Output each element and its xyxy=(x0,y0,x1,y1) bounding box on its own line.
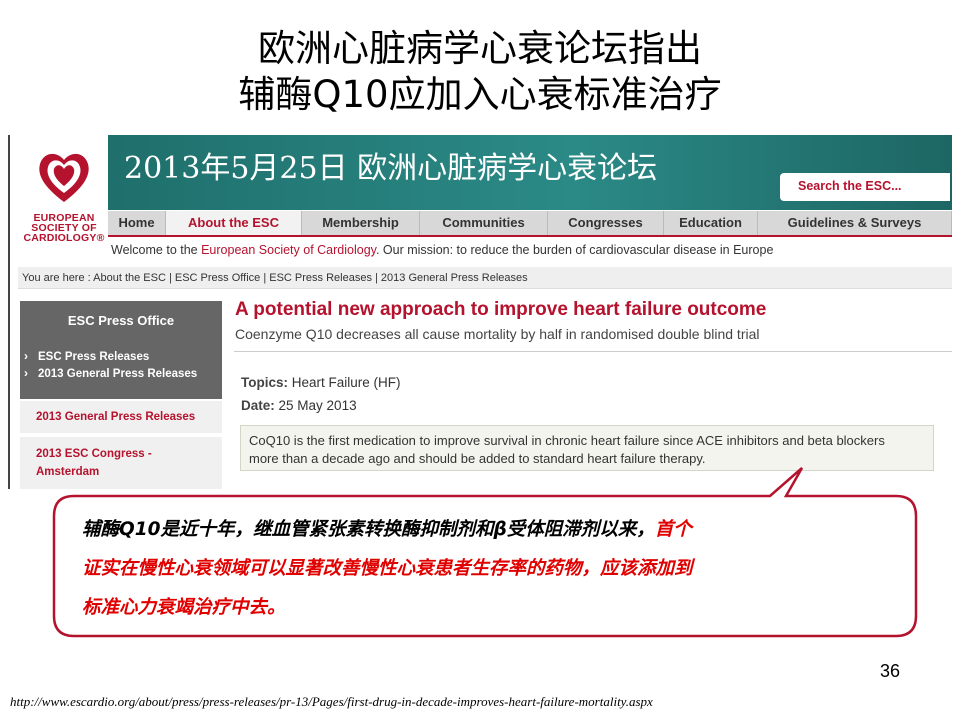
sidebar-row-esc-congress[interactable]: 2013 ESC Congress - Amsterdam xyxy=(20,437,222,489)
search-input[interactable]: Search the ESC... xyxy=(780,173,950,201)
nav-home[interactable]: Home xyxy=(108,211,166,235)
article-subtitle: Coenzyme Q10 decreases all cause mortali… xyxy=(235,326,760,342)
article-topics: Topics: Heart Failure (HF) xyxy=(241,375,401,390)
callout-red-text-1: 首个 xyxy=(654,519,692,540)
callout-red-text-2: 证实在慢性心衰领域可以显著改善慢性心衰患者生存率的药物，应该添加到 xyxy=(82,558,693,579)
nav-about-the-esc[interactable]: About the ESC xyxy=(166,211,302,235)
article-date: Date: 25 May 2013 xyxy=(241,398,357,413)
search-placeholder: Search the ESC... xyxy=(798,179,902,193)
article-quote: CoQ10 is the first medication to improve… xyxy=(240,425,934,471)
sidebar-item-esc-press-releases[interactable]: › ESC Press Releases xyxy=(20,349,222,366)
esc-link[interactable]: European Society of Cardiology xyxy=(201,243,376,257)
article-divider xyxy=(234,351,952,352)
screenshot-border xyxy=(8,135,10,489)
nav-education[interactable]: Education xyxy=(664,211,758,235)
nav-communities[interactable]: Communities xyxy=(420,211,548,235)
slide-title-line1: 欧洲心脏病学心衰论坛指出 xyxy=(258,27,702,70)
heart-logo-icon xyxy=(39,153,89,202)
slide-title: 欧洲心脏病学心衰论坛指出 辅酶Q10应加入心衰标准治疗 xyxy=(0,26,960,118)
breadcrumb[interactable]: You are here : About the ESC | ESC Press… xyxy=(18,267,952,289)
sidebar-links: › ESC Press Releases › 2013 General Press … xyxy=(20,341,222,399)
page-number: 36 xyxy=(880,661,901,681)
website-screenshot: EUROPEAN SOCIETY OF CARDIOLOGY® 2013年5月2… xyxy=(8,135,952,489)
chevron-right-icon: › xyxy=(24,366,28,380)
callout-text: 辅酶Q10是近十年，继血管紧张素转换酶抑制剂和β受体阻滞剂以来，首个 证实在慢性… xyxy=(82,510,902,627)
sidebar-row-general-press-releases[interactable]: 2013 General Press Releases xyxy=(20,401,222,433)
nav-congresses[interactable]: Congresses xyxy=(548,211,664,235)
esc-logo[interactable]: EUROPEAN SOCIETY OF CARDIOLOGY® xyxy=(18,143,110,253)
source-url[interactable]: http://www.escardio.org/about/press/pres… xyxy=(10,694,653,710)
logo-wordmark: EUROPEAN SOCIETY OF CARDIOLOGY® xyxy=(23,212,105,244)
article-title: A potential new approach to improve hear… xyxy=(235,299,767,320)
sidebar-heading: ESC Press Office xyxy=(20,301,222,341)
nav-membership[interactable]: Membership xyxy=(302,211,420,235)
callout-black-text: 辅酶Q10是近十年，继血管紧张素转换酶抑制剂和β受体阻滞剂以来， xyxy=(82,519,655,540)
site-banner: 2013年5月25日 欧洲心脏病学心衰论坛 Search the ESC... xyxy=(108,135,952,210)
main-nav: Home About the ESC Membership Communitie… xyxy=(108,211,952,237)
sidebar-item-2013-general-press-releases[interactable]: › 2013 General Press Releases xyxy=(20,366,222,383)
slide-title-line2: 辅酶Q10应加入心衰标准治疗 xyxy=(238,73,722,116)
banner-title: 2013年5月25日 欧洲心脏病学心衰论坛 xyxy=(124,151,658,186)
welcome-message: Welcome to the European Society of Cardi… xyxy=(111,243,774,257)
callout-red-text-3: 标准心力衰竭治疗中去。 xyxy=(82,597,286,618)
nav-guidelines-surveys[interactable]: Guidelines & Surveys xyxy=(758,211,952,235)
chevron-right-icon: › xyxy=(24,349,28,363)
